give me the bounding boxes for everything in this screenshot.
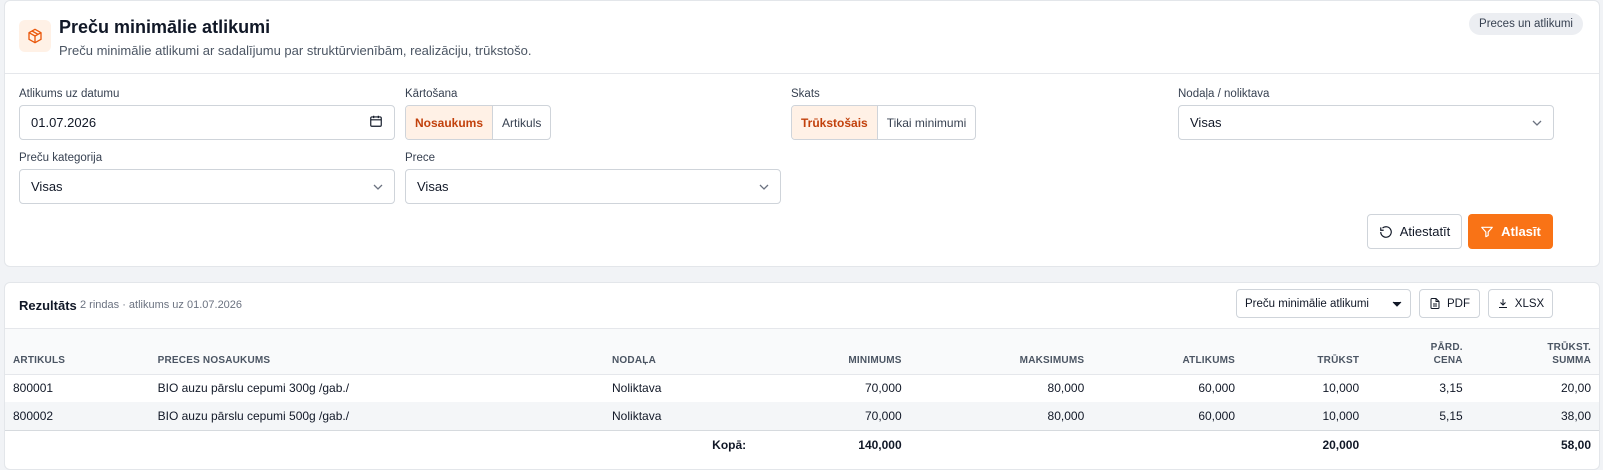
filter-icon: [1481, 226, 1493, 237]
col-pard-cena[interactable]: Pārd. cena: [1367, 329, 1471, 375]
product-label: Prece: [405, 152, 436, 164]
cell-preces-nosaukums: BIO auzu pārslu cepumi 500g /gab./: [149, 402, 605, 430]
cell-pard-cena: 3,15: [1439, 381, 1463, 396]
page-title: Preču minimālie atlikumi: [59, 17, 271, 37]
results-meta: 2 rindas · atlikums uz 01.07.2026: [80, 299, 243, 311]
table-row[interactable]: 800002 BIO auzu pārslu cepumi 500g /gab.…: [5, 402, 1599, 430]
cell-minimums: 70,000: [864, 381, 902, 396]
dept-label: Nodaļa / noliktava: [1178, 88, 1270, 100]
apply-label: Atlasīt: [1501, 224, 1541, 239]
table-total-row: Kopā: 140,000 20,000 58,00: [5, 429, 1599, 459]
table-header-row: Artikuls Preces nosaukums Nodaļa Minimum…: [5, 329, 1599, 375]
sort-option-name[interactable]: Nosaukums: [406, 106, 494, 139]
view-option-minimums[interactable]: Tikai minimumi: [878, 106, 976, 139]
category-badge: Preces un atlikumi: [1469, 13, 1583, 35]
report-type-value: Preču minimālie atlikumi: [1245, 297, 1369, 310]
col-nodala[interactable]: Nodaļa: [604, 329, 771, 375]
total-trukst-summa: 58,00: [1470, 429, 1599, 459]
date-value: 01.07.2026: [31, 115, 97, 130]
calendar-icon[interactable]: [369, 114, 383, 131]
header-divider: [5, 73, 1599, 74]
apply-button[interactable]: Atlasīt: [1468, 214, 1553, 249]
cell-trukst-summa: 38,00: [1470, 402, 1599, 430]
reset-icon: [1379, 225, 1392, 238]
cell-pard-cena: 5,15: [1367, 402, 1471, 430]
cell-trukst-summa: 20,00: [1560, 381, 1591, 396]
cell-artikuls: 800002: [5, 402, 150, 430]
col-minimums[interactable]: Minimums: [770, 329, 910, 375]
reset-button[interactable]: Atiestatīt: [1367, 214, 1462, 249]
col-preces-nosaukums[interactable]: Preces nosaukums: [149, 329, 605, 375]
col-artikuls[interactable]: Artikuls: [5, 329, 150, 375]
total-label: Kopā:: [604, 429, 771, 459]
filter-card: Preču minimālie atlikumi Preču minimālie…: [4, 0, 1600, 267]
cell-trukst: 10,000: [1322, 381, 1360, 396]
total-trukst: 20,000: [1243, 429, 1368, 459]
file-icon: [1430, 298, 1440, 309]
page-subtitle: Preču minimālie atlikumi ar sadalījumu p…: [59, 43, 532, 58]
view-option-missing[interactable]: Trūkstošais: [792, 106, 878, 139]
box-icon: [19, 20, 51, 52]
cell-maksimums: 80,000: [1047, 381, 1085, 396]
cell-minimums: 70,000: [770, 402, 910, 430]
col-maksimums[interactable]: Maksimums: [909, 329, 1093, 375]
cell-nodala: Noliktava: [612, 381, 662, 396]
category-select[interactable]: Visas: [19, 169, 395, 204]
cell-trukst: 10,000: [1243, 402, 1368, 430]
results-card: Rezultāts 2 rindas · atlikums uz 01.07.2…: [4, 282, 1600, 470]
report-type-select[interactable]: Preču minimālie atlikumi: [1236, 289, 1411, 318]
cell-artikuls: 800001: [13, 381, 54, 396]
cell-preces-nosaukums: BIO auzu pārslu cepumi 300g /gab./: [157, 381, 350, 396]
date-label: Atlikums uz datumu: [19, 88, 120, 100]
date-input[interactable]: 01.07.2026: [19, 105, 395, 140]
xlsx-label: XLSX: [1514, 297, 1545, 310]
product-select[interactable]: Visas: [405, 169, 781, 204]
col-trukst-summa[interactable]: Trūkst. summa: [1470, 329, 1599, 375]
results-table: Artikuls Preces nosaukums Nodaļa Minimum…: [5, 329, 1599, 459]
chevron-down-icon: [1532, 120, 1542, 126]
download-icon: [1498, 299, 1507, 308]
col-atlikums[interactable]: Atlikums: [1092, 329, 1244, 375]
cell-nodala: Noliktava: [604, 402, 771, 430]
chevron-down-icon: [373, 184, 383, 190]
cell-atlikums: 60,000: [1092, 402, 1244, 430]
xlsx-button[interactable]: XLSX: [1488, 289, 1553, 318]
sort-toggle: Nosaukums Artikuls: [405, 105, 552, 140]
category-label: Preču kategorija: [19, 152, 103, 164]
pdf-label: PDF: [1447, 297, 1470, 310]
col-trukst[interactable]: Trūkst: [1243, 329, 1368, 375]
reset-label: Atiestatīt: [1399, 224, 1451, 239]
pdf-button[interactable]: PDF: [1419, 289, 1480, 318]
view-label: Skats: [791, 88, 820, 100]
total-minimums: 140,000: [770, 429, 910, 459]
table-row[interactable]: 800001 BIO auzu pārslu cepumi 300g /gab.…: [5, 374, 1599, 402]
chevron-down-icon: [1392, 301, 1402, 307]
cell-atlikums: 60,000: [1198, 381, 1236, 396]
sort-label: Kārtošana: [405, 88, 458, 100]
view-toggle: Trūkstošais Tikai minimumi: [791, 105, 977, 140]
dept-select[interactable]: Visas: [1178, 105, 1554, 140]
product-value: Visas: [417, 179, 449, 194]
chevron-down-icon: [759, 184, 769, 190]
results-title: Rezultāts: [19, 298, 77, 313]
category-value: Visas: [31, 179, 63, 194]
sort-option-article[interactable]: Artikuls: [493, 106, 550, 139]
dept-value: Visas: [1190, 115, 1222, 130]
cell-maksimums: 80,000: [909, 402, 1093, 430]
